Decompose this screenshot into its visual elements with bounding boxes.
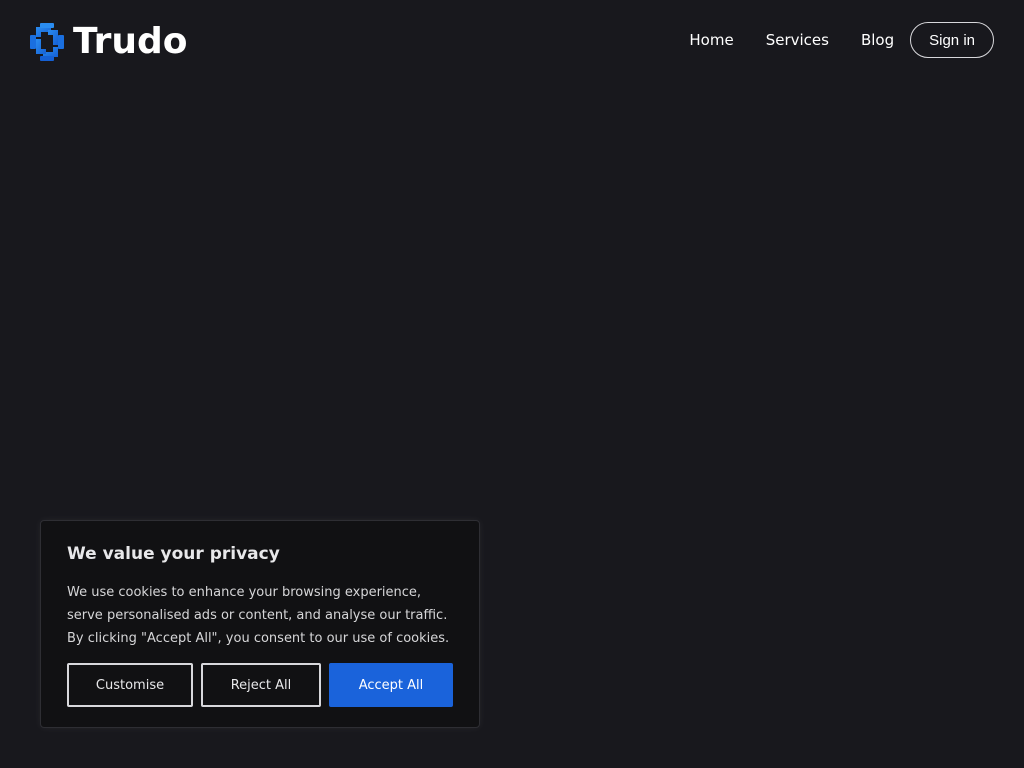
accept-all-button[interactable]: Accept All bbox=[329, 663, 453, 707]
cookie-banner-title: We value your privacy bbox=[67, 544, 280, 564]
brand-name: Trudo bbox=[73, 21, 188, 62]
cookie-banner-text: We use cookies to enhance your browsing … bbox=[67, 585, 450, 646]
main-nav: Home Services Blog Sign in bbox=[689, 21, 994, 59]
nav-item-services[interactable]: Services bbox=[766, 21, 829, 59]
brand-logo-link[interactable]: Trudo bbox=[29, 22, 188, 62]
site-header: Trudo Home Services Blog Sign in bbox=[0, 0, 1024, 84]
cookie-banner-actions: Customise Reject All Accept All bbox=[67, 663, 453, 707]
cookie-consent-banner: We value your privacy We use cookies to … bbox=[40, 520, 480, 728]
nav-item-blog[interactable]: Blog bbox=[861, 21, 894, 59]
trudo-logo-icon bbox=[30, 23, 64, 61]
nav-item-home[interactable]: Home bbox=[689, 21, 733, 59]
customise-button[interactable]: Customise bbox=[67, 663, 193, 707]
reject-all-button[interactable]: Reject All bbox=[201, 663, 321, 707]
sign-in-button[interactable]: Sign in bbox=[910, 22, 994, 58]
